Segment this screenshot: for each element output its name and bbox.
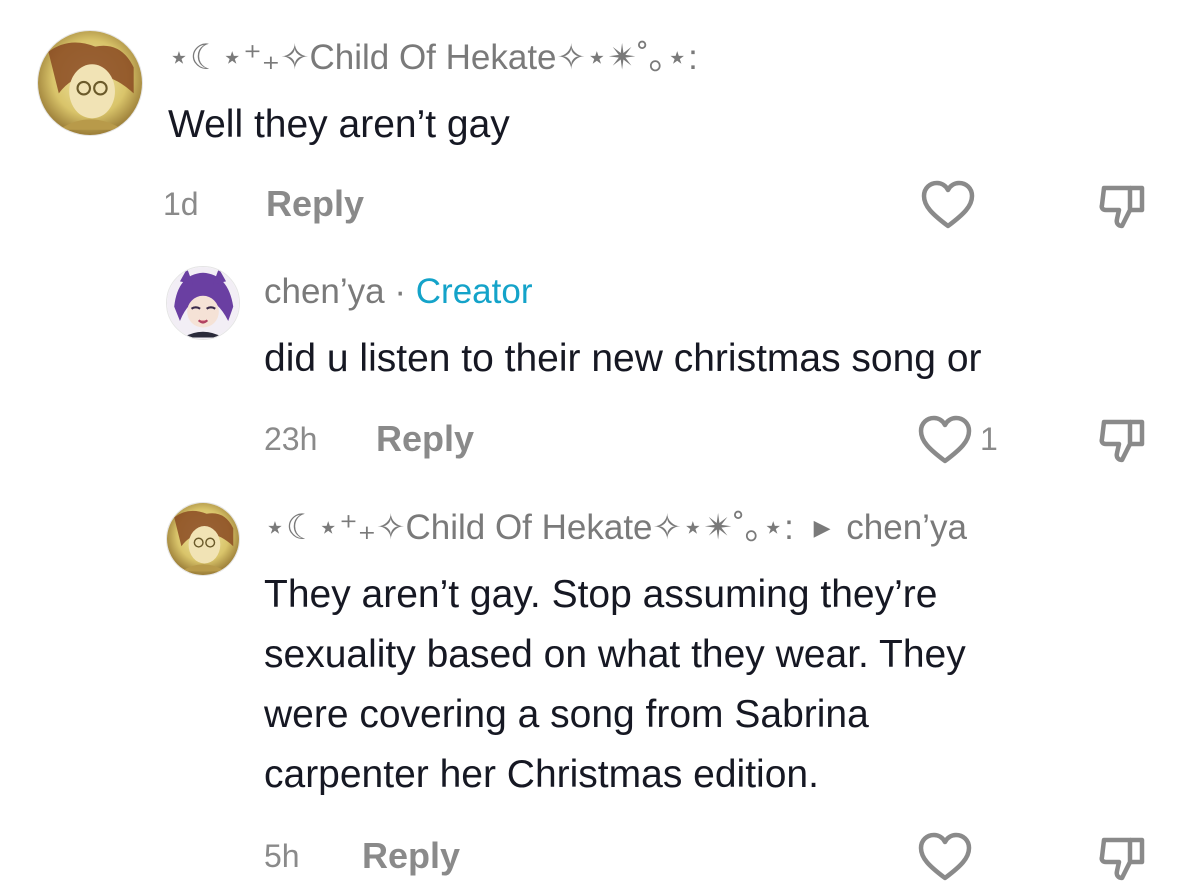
username-separator: · bbox=[394, 272, 407, 311]
username-text[interactable]: chen’ya bbox=[264, 272, 385, 311]
commenter-avatar[interactable] bbox=[37, 30, 143, 136]
comment-text: Well they aren’t gay bbox=[168, 103, 510, 146]
comment-username[interactable]: chen’ya · Creator bbox=[264, 272, 532, 312]
reply-to-username[interactable]: chen’ya bbox=[846, 508, 967, 547]
comment-text-line: were covering a song from Sabrina bbox=[264, 693, 869, 736]
username-text[interactable]: ⋆☾⋆⁺₊✧Child Of Hekate✧⋆✴︎˚｡⋆: bbox=[264, 508, 794, 547]
comment-text-line: sexuality based on what they wear. They bbox=[264, 633, 966, 676]
reply-button[interactable]: Reply bbox=[376, 419, 474, 459]
comment-username[interactable]: ⋆☾⋆⁺₊✧Child Of Hekate✧⋆✴︎˚｡⋆: ▶ chen’ya bbox=[264, 508, 967, 548]
avatar-image bbox=[167, 267, 239, 339]
thumbs-down-icon[interactable] bbox=[1098, 832, 1148, 882]
heart-outline-icon[interactable] bbox=[920, 180, 976, 230]
heart-outline-icon[interactable] bbox=[917, 832, 973, 882]
comment-text-line: They aren’t gay. Stop assuming they’re bbox=[264, 573, 938, 616]
comment-timestamp: 23h bbox=[264, 421, 318, 457]
comment-text: did u listen to their new christmas song… bbox=[264, 337, 982, 380]
reply-button[interactable]: Reply bbox=[362, 836, 460, 876]
avatar-image bbox=[167, 503, 239, 575]
heart-outline-icon[interactable] bbox=[917, 415, 973, 465]
comment-timestamp: 1d bbox=[163, 186, 199, 222]
avatar-image bbox=[38, 31, 142, 135]
like-count: 1 bbox=[980, 421, 998, 457]
reply-button[interactable]: Reply bbox=[266, 184, 364, 224]
thumbs-down-icon[interactable] bbox=[1098, 414, 1148, 464]
commenter-avatar[interactable] bbox=[166, 266, 240, 340]
comment-text-line: carpenter her Christmas edition. bbox=[264, 753, 819, 796]
comment-username[interactable]: ⋆☾⋆⁺₊✧Child Of Hekate✧⋆✴︎˚｡⋆: bbox=[168, 38, 698, 78]
reply-arrow-icon: ▶ bbox=[813, 515, 831, 540]
commenter-avatar[interactable] bbox=[166, 502, 240, 576]
comment-timestamp: 5h bbox=[264, 838, 300, 874]
thumbs-down-icon[interactable] bbox=[1098, 180, 1148, 230]
creator-badge: Creator bbox=[415, 272, 533, 311]
